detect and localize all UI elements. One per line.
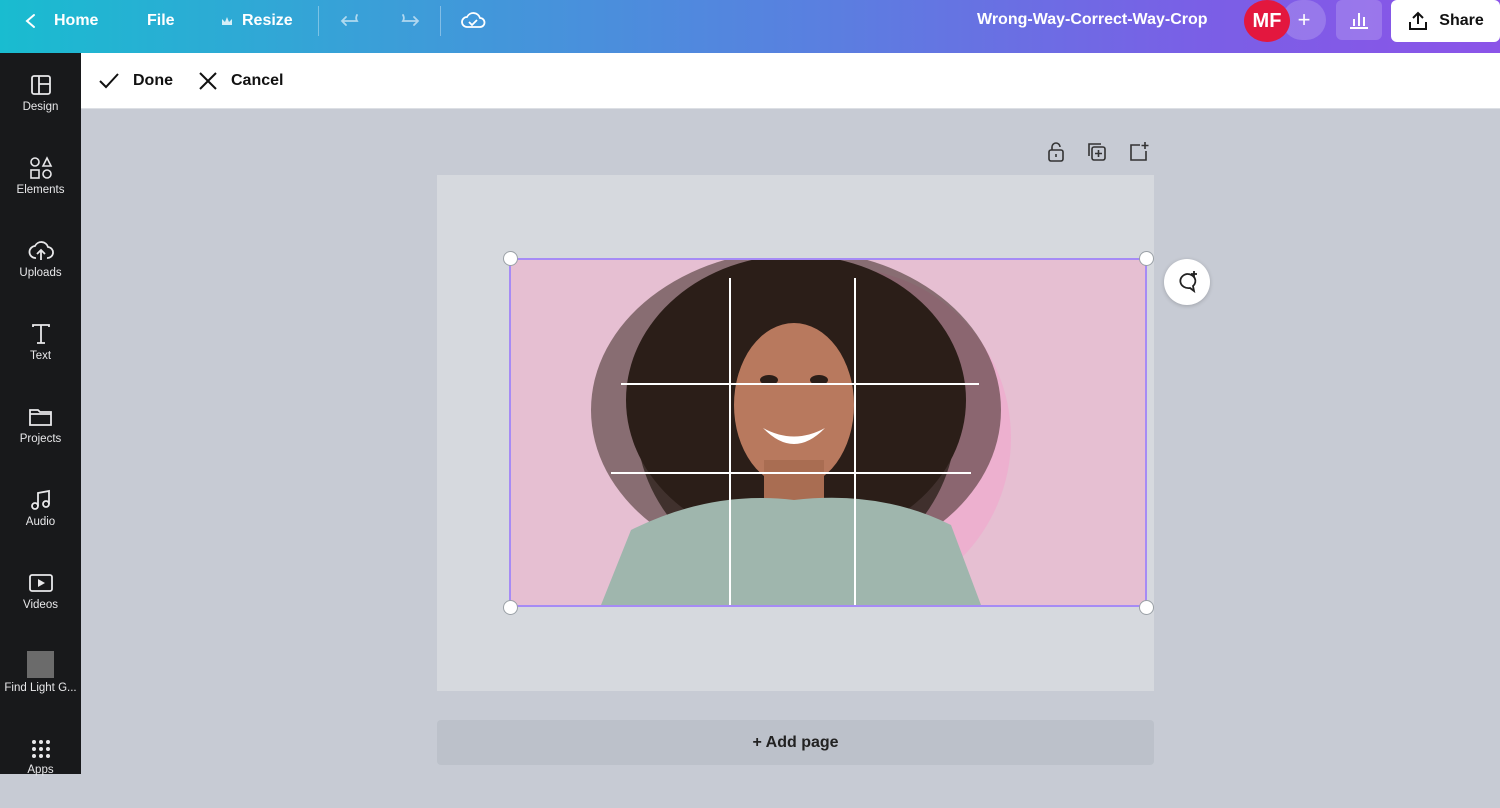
- sidebar-item-audio[interactable]: Audio: [0, 488, 81, 558]
- checkmark-icon: [99, 72, 119, 88]
- sidebar-item-design[interactable]: Design: [0, 73, 81, 143]
- folder-icon: [28, 409, 52, 426]
- cloud-save-status[interactable]: [460, 0, 486, 41]
- cancel-label: Cancel: [231, 71, 284, 89]
- divider: [318, 6, 319, 36]
- music-note-icon: [30, 489, 50, 510]
- upload-icon: [1409, 11, 1428, 30]
- sidebar-item-label: Design: [22, 101, 59, 113]
- sidebar-item-label: Uploads: [19, 267, 62, 279]
- sidebar-item-elements[interactable]: Elements: [0, 156, 81, 226]
- bar-chart-icon: [1350, 13, 1368, 29]
- file-label: File: [147, 11, 175, 29]
- sidebar-item-projects[interactable]: Projects: [0, 405, 81, 475]
- grid-icon: [31, 740, 50, 758]
- sidebar-item-label: Audio: [25, 516, 56, 528]
- crop-toolbar: Done Cancel: [81, 53, 1500, 109]
- crown-icon: [222, 16, 232, 25]
- unlock-icon: [1048, 142, 1064, 162]
- layout-icon: [30, 75, 51, 95]
- avatar[interactable]: MF: [1244, 0, 1290, 42]
- comment-plus-icon: [1179, 271, 1197, 294]
- lock-page-button[interactable]: [1044, 140, 1068, 164]
- add-page-icon: [1130, 142, 1149, 161]
- home-label: Home: [54, 11, 99, 29]
- sidebar-item-label: Text: [29, 350, 52, 362]
- redo-button[interactable]: [394, 0, 420, 41]
- file-menu[interactable]: File: [147, 0, 175, 41]
- crop-grid: [611, 278, 979, 605]
- share-label: Share: [1439, 12, 1484, 29]
- chevron-left-icon: [25, 13, 35, 28]
- home-button[interactable]: Home: [22, 0, 98, 41]
- sidebar-item-label: Find Light G...: [4, 682, 77, 694]
- done-button[interactable]: Done: [97, 53, 173, 108]
- sidebar-item-label: Projects: [19, 433, 62, 445]
- crop-handle-top-left[interactable]: [503, 251, 518, 266]
- crop-handle-top-right[interactable]: [1139, 251, 1154, 266]
- sidebar-item-text[interactable]: Text: [0, 322, 81, 392]
- add-comment-button[interactable]: [1164, 259, 1210, 305]
- sidebar-item-videos[interactable]: Videos: [0, 571, 81, 641]
- duplicate-page-button[interactable]: [1085, 140, 1109, 164]
- undo-button[interactable]: [340, 0, 366, 41]
- sidebar-item-label: Elements: [16, 184, 65, 196]
- shapes-icon: [29, 156, 52, 179]
- video-icon: [28, 574, 53, 592]
- sidebar-item-uploads[interactable]: Uploads: [0, 239, 81, 309]
- add-page-button[interactable]: + Add page: [437, 720, 1154, 765]
- sidebar-item-apps[interactable]: Apps: [0, 738, 81, 808]
- resize-button[interactable]: Resize: [220, 0, 293, 41]
- text-icon: [31, 324, 50, 344]
- sidebar: Design Elements Uploads Text Projects Au…: [0, 53, 81, 776]
- cloud-upload-icon: [28, 241, 54, 260]
- divider: [440, 6, 441, 36]
- sidebar-item-find-light[interactable]: Find Light G...: [0, 651, 81, 721]
- crop-handle-bottom-left[interactable]: [503, 600, 518, 615]
- cloud-check-icon: [461, 11, 486, 28]
- share-button[interactable]: Share: [1391, 0, 1500, 42]
- crop-handle-bottom-right[interactable]: [1139, 600, 1154, 615]
- insights-button[interactable]: [1336, 0, 1382, 40]
- duplicate-icon: [1088, 143, 1106, 161]
- crop-image-frame[interactable]: [509, 258, 1147, 607]
- close-icon: [199, 71, 217, 90]
- redo-icon: [401, 13, 420, 26]
- plus-icon: +: [1297, 7, 1311, 32]
- add-page-button-top[interactable]: [1127, 140, 1151, 164]
- sidebar-item-label: Apps: [27, 764, 54, 776]
- top-bar: Home File Resize Wrong-Way-Correct-Way-C…: [0, 0, 1500, 53]
- cancel-button[interactable]: Cancel: [197, 53, 283, 108]
- undo-icon: [340, 13, 359, 26]
- document-title[interactable]: Wrong-Way-Correct-Way-Crop: [977, 11, 1208, 29]
- app-thumbnail: [27, 651, 54, 678]
- resize-label: Resize: [242, 11, 293, 29]
- sidebar-item-label: Videos: [23, 599, 58, 611]
- done-label: Done: [133, 71, 173, 89]
